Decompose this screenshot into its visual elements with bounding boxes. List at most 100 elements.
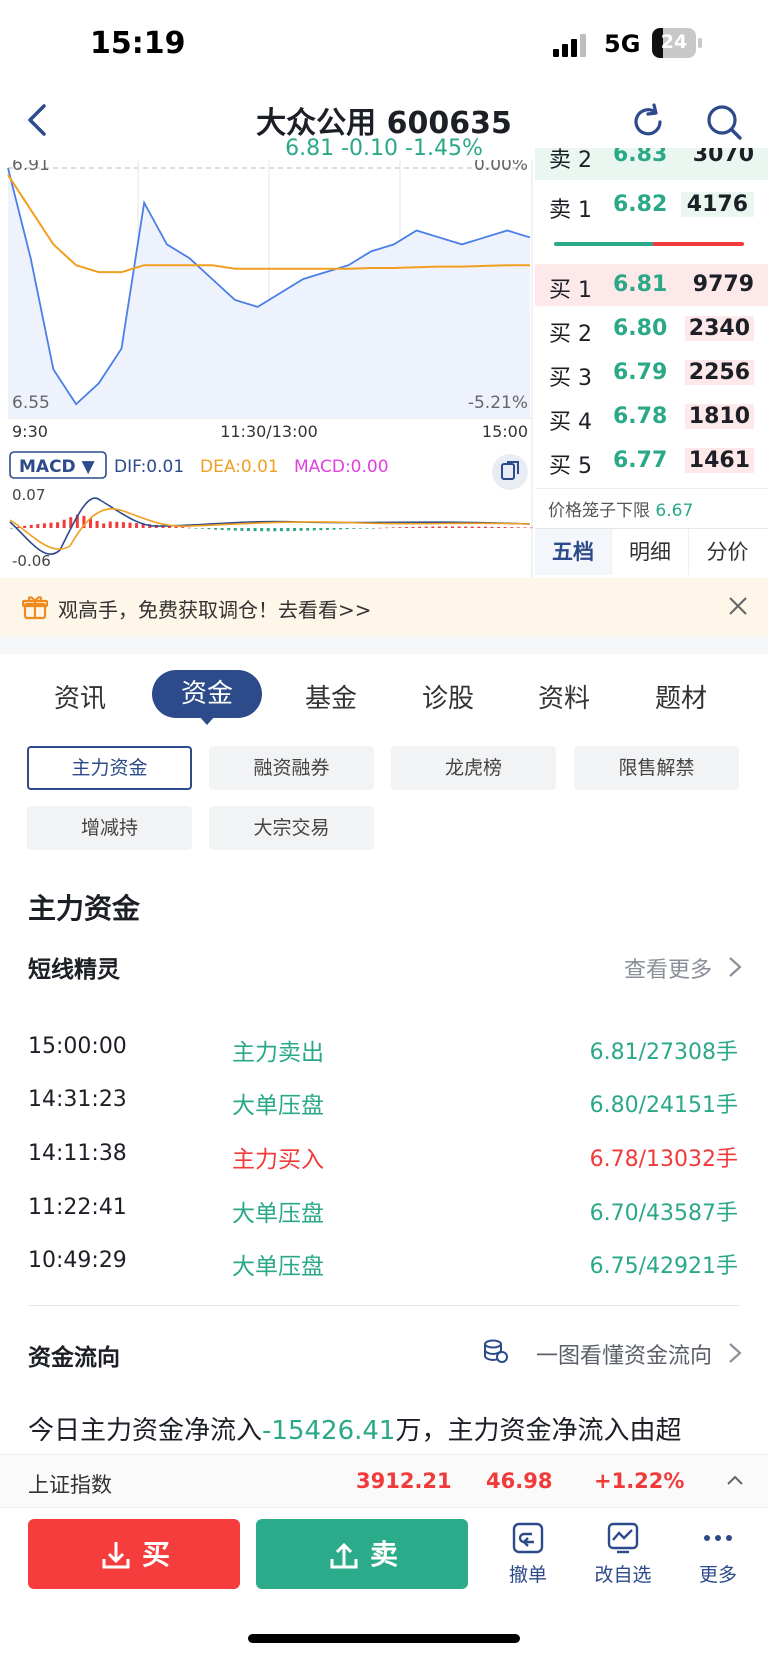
macd-bar-67 bbox=[451, 526, 455, 528]
chevron-right-icon[interactable] bbox=[727, 1341, 743, 1365]
macd-bar-64 bbox=[431, 526, 435, 528]
buy-button[interactable]: 买 bbox=[28, 1519, 240, 1589]
index-name: 上证指数 bbox=[28, 1473, 112, 1497]
macd-bar-38 bbox=[260, 528, 264, 532]
chevron-up-icon[interactable] bbox=[726, 1473, 744, 1487]
price-high-label: 6.91 bbox=[12, 160, 50, 175]
ask-label: 卖 2 bbox=[549, 148, 592, 173]
macd-high-label: 0.07 bbox=[12, 486, 45, 504]
cancel-order-icon bbox=[512, 1522, 544, 1554]
index-change: 46.98 bbox=[486, 1469, 553, 1493]
close-icon[interactable] bbox=[726, 594, 750, 618]
edit-watchlist-icon bbox=[607, 1522, 639, 1554]
ask-vol: 3070 bbox=[692, 148, 754, 167]
macd-bar-36 bbox=[246, 528, 250, 532]
macd-bar-0 bbox=[10, 528, 13, 529]
fund-flow-link[interactable]: 一图看懂资金流向 bbox=[536, 1338, 712, 1370]
bid-price: 6.78 bbox=[613, 404, 668, 429]
dif-line bbox=[9, 497, 531, 555]
time-end-label: 15:00 bbox=[482, 422, 528, 441]
macd-bar-58 bbox=[391, 527, 395, 528]
chip-holdings-change[interactable]: 增减持 bbox=[27, 806, 192, 850]
macd-bar-13 bbox=[95, 520, 99, 528]
view-more-link[interactable]: 查看更多 bbox=[624, 952, 712, 984]
macd-bar-75 bbox=[503, 527, 507, 528]
time-mid-label: 11:30/13:00 bbox=[220, 422, 318, 441]
chip-margin[interactable]: 融资融券 bbox=[209, 746, 374, 790]
more-label: 更多 bbox=[698, 1564, 737, 1586]
macd-low-label: -0.06 bbox=[12, 552, 51, 570]
more-button[interactable]: 更多 bbox=[678, 1520, 758, 1587]
tab-five-level[interactable]: 五档 bbox=[535, 529, 612, 575]
ask-row-2: 卖 2 6.83 3070 bbox=[535, 148, 768, 180]
chip-main-funds[interactable]: 主力资金 bbox=[27, 746, 192, 790]
bid-vol: 1461 bbox=[684, 448, 754, 473]
search-icon[interactable] bbox=[704, 102, 744, 142]
macd-bar-56 bbox=[378, 527, 382, 529]
fund-flow-suffix: 万，主力资金净流入由超 bbox=[395, 1416, 682, 1446]
macd-bar-27 bbox=[187, 527, 191, 529]
macd-bar-68 bbox=[457, 526, 461, 528]
macd-bar-43 bbox=[293, 528, 297, 531]
macd-bar-57 bbox=[385, 527, 389, 529]
dea-label: DEA:0.01 bbox=[200, 457, 279, 477]
refresh-icon[interactable] bbox=[628, 102, 668, 142]
intraday-chart[interactable]: 6.91 6.55 0.00% -5.21% 9:30 11:30/13:00 … bbox=[0, 160, 535, 580]
orderbook-divider bbox=[535, 488, 768, 489]
tab-funds[interactable]: 资金 bbox=[152, 670, 262, 718]
tab-detail[interactable]: 明细 bbox=[612, 529, 689, 575]
bid-label: 买 1 bbox=[549, 278, 592, 303]
status-time: 15:19 bbox=[90, 26, 186, 61]
battery-level: 24 bbox=[660, 31, 688, 53]
pct-high-label: 0.00% bbox=[474, 160, 528, 175]
pct-low-label: -5.21% bbox=[468, 393, 528, 413]
macd-bar-65 bbox=[437, 526, 441, 528]
bid-row-4: 买 4 6.78 1810 bbox=[535, 396, 768, 438]
promo-banner[interactable]: 观高手，免费获取调仓！去看看>> bbox=[0, 578, 768, 636]
chip-block-trade[interactable]: 大宗交易 bbox=[209, 806, 374, 850]
event-value: 6.80/24151手 bbox=[589, 1093, 738, 1118]
chip-lockup[interactable]: 限售解禁 bbox=[574, 746, 739, 790]
time-start-label: 9:30 bbox=[12, 422, 48, 441]
index-ticker[interactable]: 上证指数 3912.21 46.98 +1.22% bbox=[0, 1454, 768, 1508]
chevron-right-icon[interactable] bbox=[727, 955, 743, 979]
cancel-order-label: 撤单 bbox=[508, 1564, 547, 1586]
network-type: 5G bbox=[604, 30, 641, 58]
macd-bar-33 bbox=[227, 528, 231, 531]
more-icon bbox=[704, 1535, 732, 1541]
macd-bar-61 bbox=[411, 526, 415, 528]
fund-flow-title: 资金流向 bbox=[28, 1345, 120, 1371]
chip-dragon-tiger[interactable]: 龙虎榜 bbox=[391, 746, 556, 790]
macd-bar-59 bbox=[398, 527, 402, 528]
event-value: 6.78/13032手 bbox=[589, 1147, 738, 1172]
tab-profile[interactable]: 资料 bbox=[538, 678, 590, 715]
switch-indicator-icon[interactable] bbox=[492, 454, 528, 490]
cancel-order-button[interactable]: 撤单 bbox=[488, 1520, 568, 1587]
macd-bar-71 bbox=[477, 526, 481, 528]
macd-bar-77 bbox=[516, 527, 520, 528]
macd-bar-53 bbox=[358, 528, 362, 529]
tab-news[interactable]: 资讯 bbox=[54, 678, 106, 715]
bid-label: 买 4 bbox=[549, 410, 592, 435]
event-time: 11:22:41 bbox=[28, 1195, 127, 1220]
sell-button[interactable]: 卖 bbox=[256, 1519, 468, 1589]
tab-fund[interactable]: 基金 bbox=[305, 678, 357, 715]
gift-icon bbox=[22, 596, 48, 620]
tab-theme[interactable]: 题材 bbox=[655, 678, 707, 715]
edit-watchlist-button[interactable]: 改自选 bbox=[583, 1520, 663, 1587]
macd-bar-34 bbox=[233, 528, 237, 531]
tab-price-split[interactable]: 分价 bbox=[689, 529, 766, 575]
bid-row-1: 买 1 6.81 9779 bbox=[535, 264, 768, 306]
macd-bar-55 bbox=[372, 528, 376, 529]
macd-bar-41 bbox=[279, 528, 283, 532]
ask-price: 6.82 bbox=[613, 192, 668, 217]
price-limit-label: 价格笼子下限 bbox=[548, 501, 650, 521]
tab-diagnosis[interactable]: 诊股 bbox=[422, 678, 474, 715]
bid-label: 买 2 bbox=[549, 322, 592, 347]
macd-bar-62 bbox=[418, 526, 422, 528]
promo-text[interactable]: 观高手，免费获取调仓！去看看>> bbox=[58, 594, 372, 623]
macd-bar-4 bbox=[36, 524, 40, 528]
macd-select-label[interactable]: MACD ▼ bbox=[19, 457, 96, 477]
event-value: 6.75/42921手 bbox=[589, 1254, 738, 1279]
buy-label: 买 bbox=[141, 1538, 170, 1571]
